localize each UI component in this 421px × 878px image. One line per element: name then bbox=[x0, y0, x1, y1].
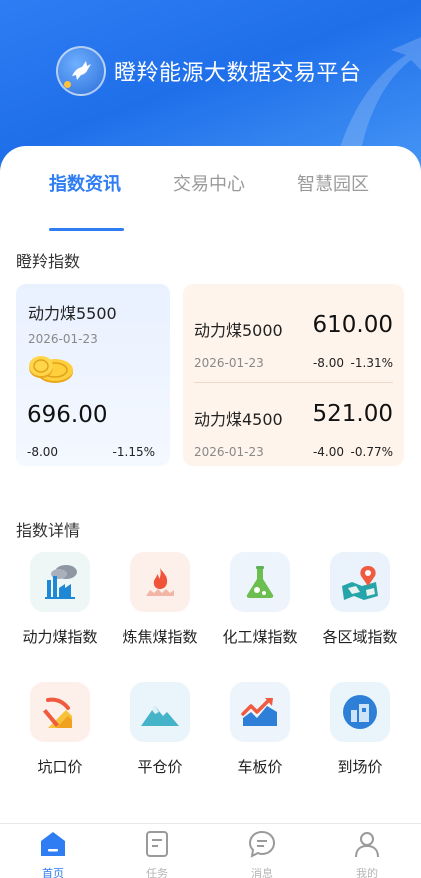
index-date: 2026-01-23 bbox=[194, 356, 264, 370]
tab-trading-center[interactable]: 交易中心 bbox=[173, 170, 245, 196]
grid-item-label: 平仓价 bbox=[137, 758, 183, 776]
index-name: 动力煤5500 bbox=[28, 304, 117, 323]
nav-tasks[interactable]: 任务 bbox=[117, 824, 197, 878]
brand: 瞪羚能源大数据交易平台 bbox=[56, 46, 362, 96]
flame-icon bbox=[130, 552, 190, 612]
nav-label: 任务 bbox=[146, 867, 168, 878]
index-section-title: 瞪羚指数 bbox=[16, 252, 81, 271]
grid-item-pithead-price[interactable]: 坑口价 bbox=[10, 682, 110, 777]
mountain-icon bbox=[130, 682, 190, 742]
grid-item-truck-price[interactable]: 车板价 bbox=[210, 682, 310, 777]
message-icon bbox=[248, 830, 276, 858]
index-card-secondary: 动力煤5000 610.00 2026-01-23 -8.00 -1.31% 动… bbox=[183, 284, 404, 466]
grid-item-label: 化工煤指数 bbox=[222, 628, 298, 646]
index-date: 2026-01-23 bbox=[28, 332, 98, 346]
index-price: 610.00 bbox=[312, 312, 393, 338]
mine-pickaxe-icon bbox=[30, 682, 90, 742]
index-change: -4.00 bbox=[312, 445, 344, 459]
index-price: 521.00 bbox=[312, 401, 393, 427]
gazelle-logo-icon bbox=[56, 46, 106, 96]
grid-item-regional[interactable]: 各区域指数 bbox=[310, 552, 410, 647]
grid-item-label: 坑口价 bbox=[37, 758, 83, 776]
grid-item-coking-coal[interactable]: 炼焦煤指数 bbox=[110, 552, 210, 647]
map-pin-icon bbox=[330, 552, 390, 612]
flask-icon bbox=[230, 552, 290, 612]
home-icon bbox=[41, 832, 65, 856]
task-icon bbox=[146, 831, 168, 857]
app-title: 瞪羚能源大数据交易平台 bbox=[114, 61, 362, 86]
nav-label: 首页 bbox=[42, 867, 64, 878]
nav-label: 消息 bbox=[251, 867, 273, 878]
grid-item-chemical-coal[interactable]: 化工煤指数 bbox=[210, 552, 310, 647]
bottom-nav: 首页 任务 消息 我的 bbox=[0, 823, 421, 878]
gold-coins-icon bbox=[29, 356, 73, 383]
trend-chart-icon bbox=[230, 682, 290, 742]
nav-home[interactable]: 首页 bbox=[13, 824, 93, 878]
grid-item-label: 炼焦煤指数 bbox=[122, 628, 198, 646]
active-tab-indicator bbox=[49, 228, 124, 231]
index-percent: -0.77% bbox=[350, 445, 393, 459]
grid-item-label: 到场价 bbox=[337, 758, 383, 776]
index-name: 动力煤4500 bbox=[194, 410, 283, 429]
tab-smart-park[interactable]: 智慧园区 bbox=[297, 170, 369, 196]
grid-item-arrival-price[interactable]: 到场价 bbox=[310, 682, 410, 777]
user-icon bbox=[355, 832, 379, 858]
tab-index-news[interactable]: 指数资讯 bbox=[49, 170, 121, 196]
index-card-featured[interactable]: 动力煤5500 2026-01-23 696.00 -8.00 -1.15% bbox=[16, 284, 170, 466]
tab-bar: 指数资讯 交易中心 智慧园区 bbox=[0, 170, 421, 231]
index-change: -8.00 bbox=[27, 445, 59, 459]
index-percent: -1.15% bbox=[112, 445, 155, 459]
nav-label: 我的 bbox=[356, 867, 378, 878]
detail-section-title: 指数详情 bbox=[16, 521, 81, 540]
grid-item-label: 动力煤指数 bbox=[22, 628, 98, 646]
index-percent: -1.31% bbox=[350, 356, 393, 370]
grid-item-label: 各区域指数 bbox=[322, 628, 398, 646]
index-change: -8.00 bbox=[312, 356, 344, 370]
factory-icon bbox=[30, 552, 90, 612]
grid-item-label: 车板价 bbox=[237, 758, 283, 776]
index-price: 696.00 bbox=[27, 402, 108, 428]
nav-profile[interactable]: 我的 bbox=[327, 824, 407, 878]
index-date: 2026-01-23 bbox=[194, 445, 264, 459]
grid-item-flat-price[interactable]: 平仓价 bbox=[110, 682, 210, 777]
grid-item-thermal-coal[interactable]: 动力煤指数 bbox=[10, 552, 110, 647]
warehouse-icon bbox=[330, 682, 390, 742]
nav-messages[interactable]: 消息 bbox=[222, 824, 302, 878]
row-divider bbox=[194, 382, 393, 383]
index-name: 动力煤5000 bbox=[194, 321, 283, 340]
